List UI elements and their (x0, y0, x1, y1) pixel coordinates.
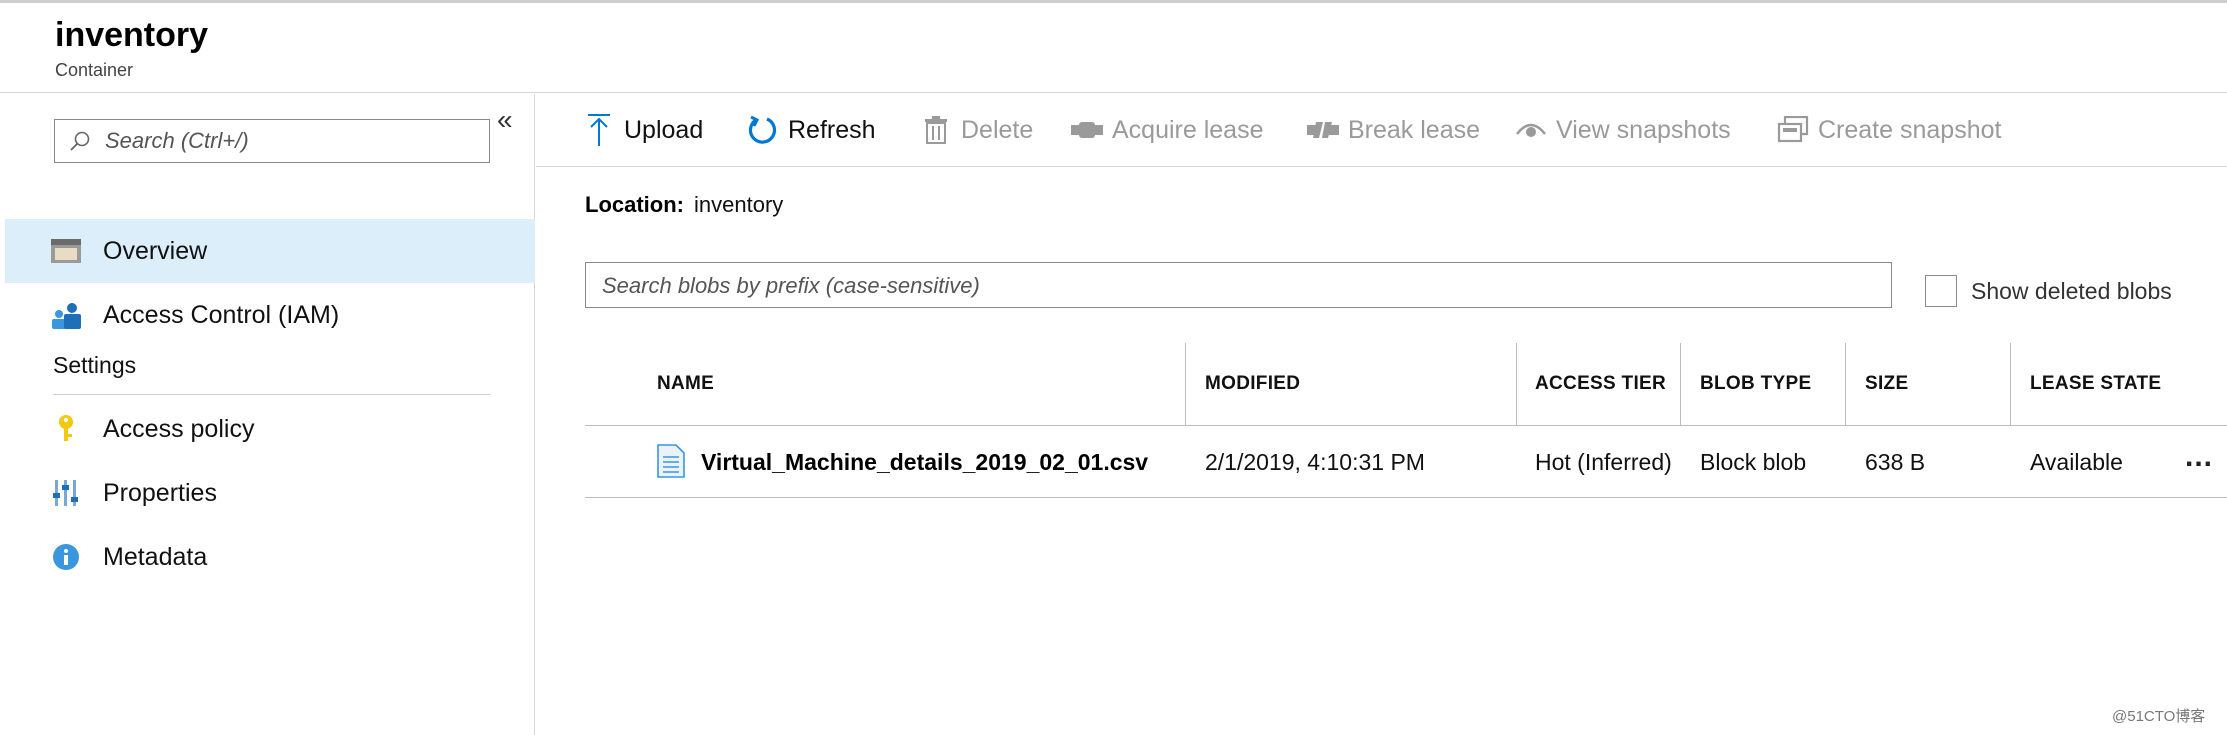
table-row[interactable]: Virtual_Machine_details_2019_02_01.csv 2… (585, 426, 2227, 498)
settings-section-title: Settings (53, 352, 137, 378)
column-header-access-tier[interactable]: ACCESS TIER (1535, 343, 1666, 425)
create-snapshot-button[interactable]: Create snapshot (1776, 110, 2001, 150)
page-subtitle: Container (55, 60, 134, 80)
delete-button[interactable]: Delete (919, 110, 1033, 150)
sidebar-item-label: Metadata (103, 542, 208, 571)
sidebar-item-label: Access Control (IAM) (103, 300, 340, 329)
collapse-sidebar-button[interactable]: « (497, 104, 513, 136)
blob-modified: 2/1/2019, 4:10:31 PM (1205, 448, 1425, 475)
eye-icon (1514, 113, 1548, 147)
blob-name[interactable]: Virtual_Machine_details_2019_02_01.csv (701, 426, 1148, 498)
blob-search[interactable] (585, 262, 1892, 308)
column-header-modified[interactable]: MODIFIED (1205, 343, 1300, 425)
location-value: inventory (694, 192, 784, 217)
more-options-button[interactable]: ... (2185, 440, 2213, 474)
view-snapshots-label: View snapshots (1556, 115, 1731, 144)
sidebar-item-label: Overview (103, 236, 208, 265)
command-bar: Upload Refresh Delete Acquire lease Brea… (536, 94, 2227, 167)
overview-icon (50, 235, 82, 267)
search-icon (70, 131, 90, 151)
sidebar-item-overview[interactable]: Overview (5, 219, 535, 283)
lease-icon (1070, 113, 1104, 147)
sidebar-item-label: Properties (103, 478, 217, 507)
refresh-button[interactable]: Refresh (746, 110, 876, 150)
blob-access-tier: Hot (Inferred) (1535, 448, 1672, 475)
watermark: @51CTO博客 (2112, 708, 2206, 725)
sidebar-item-properties[interactable]: Properties (5, 461, 535, 525)
location-label: Location: (585, 192, 684, 217)
column-header-lease-state[interactable]: LEASE STATE (2030, 343, 2161, 425)
column-separator[interactable] (1845, 343, 1846, 425)
column-header-blob-type[interactable]: BLOB TYPE (1700, 343, 1811, 425)
sidebar-search-input[interactable] (105, 126, 475, 156)
column-header-size[interactable]: SIZE (1865, 343, 1908, 425)
column-separator[interactable] (1516, 343, 1517, 425)
show-deleted-label: Show deleted blobs (1971, 277, 2172, 304)
blob-lease-state: Available (2030, 448, 2123, 475)
iam-icon (50, 299, 82, 331)
delete-icon (919, 113, 953, 147)
sidebar-item-iam[interactable]: Access Control (IAM) (5, 283, 535, 347)
snapshot-icon (1776, 113, 1810, 147)
refresh-icon (746, 113, 780, 147)
break-lease-label: Break lease (1348, 115, 1481, 144)
blob-type: Block blob (1700, 448, 1807, 475)
upload-label: Upload (624, 115, 704, 144)
key-icon (50, 413, 82, 445)
refresh-label: Refresh (788, 115, 876, 144)
sidebar-item-label: Access policy (103, 414, 255, 443)
properties-icon (50, 477, 82, 509)
column-separator[interactable] (2010, 343, 2011, 425)
sidebar-search[interactable] (54, 119, 490, 163)
divider (53, 394, 490, 395)
page-title: inventory (55, 16, 209, 54)
table-header: NAME MODIFIED ACCESS TIER BLOB TYPE SIZE… (585, 343, 2227, 426)
upload-icon (582, 113, 616, 147)
create-snapshot-label: Create snapshot (1818, 115, 2002, 144)
break-lease-button[interactable]: Break lease (1306, 110, 1480, 150)
column-header-name[interactable]: NAME (657, 343, 714, 425)
acquire-lease-button[interactable]: Acquire lease (1070, 110, 1263, 150)
blob-search-input[interactable] (602, 271, 1872, 301)
view-snapshots-button[interactable]: View snapshots (1514, 110, 1731, 150)
sidebar-item-metadata[interactable]: Metadata (5, 525, 535, 589)
break-lease-icon (1306, 113, 1340, 147)
blade-header: inventory Container (0, 0, 2227, 93)
column-separator[interactable] (1680, 343, 1681, 425)
info-icon (50, 541, 82, 573)
upload-button[interactable]: Upload (582, 110, 703, 150)
location-line: Location: inventory (585, 192, 783, 218)
file-icon (657, 444, 685, 478)
sidebar-item-access-policy[interactable]: Access policy (5, 397, 535, 461)
delete-label: Delete (961, 115, 1034, 144)
show-deleted-checkbox[interactable]: Show deleted blobs (1925, 275, 2172, 307)
checkbox-box[interactable] (1925, 275, 1957, 307)
acquire-lease-label: Acquire lease (1112, 115, 1264, 144)
sidebar: « Overview Access Control (IAM) Settings (5, 94, 535, 735)
blob-size: 638 B (1865, 448, 1926, 475)
column-separator[interactable] (1185, 343, 1186, 425)
